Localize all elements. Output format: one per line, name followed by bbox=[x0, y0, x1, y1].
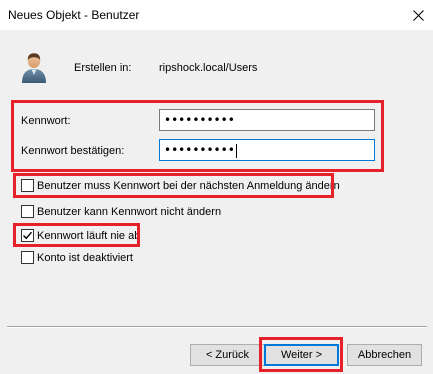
option-label: Benutzer kann Kennwort nicht ändern bbox=[37, 205, 222, 218]
option-label: Konto ist deaktiviert bbox=[37, 251, 133, 264]
next-button[interactable]: Weiter > bbox=[264, 344, 339, 366]
confirm-password-value: •••••••••• bbox=[164, 143, 235, 157]
back-button[interactable]: < Zurück bbox=[190, 344, 265, 366]
cancel-button[interactable]: Abbrechen bbox=[347, 344, 422, 366]
option-must-change-password[interactable]: Benutzer muss Kennwort bei der nächsten … bbox=[21, 178, 340, 193]
text-caret bbox=[235, 143, 237, 158]
option-password-never-expires[interactable]: Kennwort läuft nie ab bbox=[21, 228, 140, 243]
checkmark-icon bbox=[23, 231, 33, 240]
window-title: Neues Objekt - Benutzer bbox=[8, 8, 140, 22]
option-cannot-change-password[interactable]: Benutzer kann Kennwort nicht ändern bbox=[21, 204, 221, 219]
password-label: Kennwort: bbox=[21, 115, 71, 127]
option-label: Benutzer muss Kennwort bei der nächsten … bbox=[37, 179, 340, 192]
title-bar: Neues Objekt - Benutzer bbox=[0, 0, 433, 30]
separator bbox=[7, 326, 427, 328]
option-account-disabled[interactable]: Konto ist deaktiviert bbox=[21, 250, 133, 265]
checkbox[interactable] bbox=[21, 251, 34, 264]
close-button[interactable] bbox=[403, 0, 433, 30]
create-in-path: ripshock.local/Users bbox=[159, 62, 258, 74]
confirm-password-input[interactable]: •••••••••• bbox=[159, 139, 375, 161]
checkbox[interactable] bbox=[21, 179, 34, 192]
checkbox[interactable] bbox=[21, 205, 34, 218]
confirm-password-label: Kennwort bestätigen: bbox=[21, 145, 125, 157]
new-user-dialog: Neues Objekt - Benutzer Erstellen in: ri… bbox=[0, 0, 433, 374]
checkbox-checked[interactable] bbox=[21, 229, 34, 242]
create-in-label: Erstellen in: bbox=[74, 62, 132, 74]
option-label: Kennwort läuft nie ab bbox=[37, 229, 141, 242]
close-icon bbox=[412, 9, 424, 21]
password-input[interactable]: •••••••••• bbox=[159, 109, 375, 131]
user-avatar-icon bbox=[22, 53, 46, 83]
